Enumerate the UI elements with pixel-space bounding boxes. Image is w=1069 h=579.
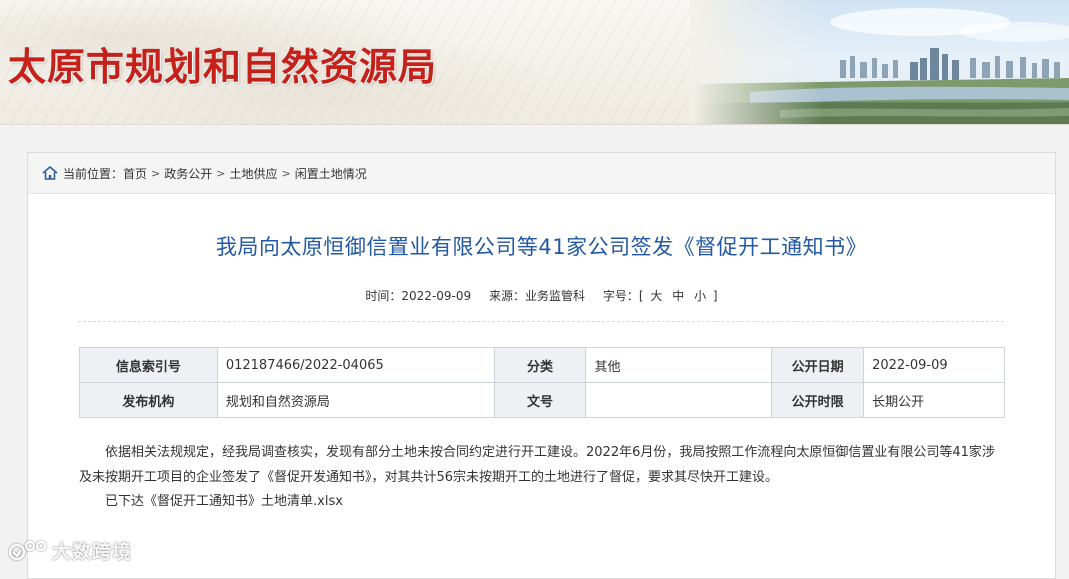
doc-number-value (585, 382, 773, 418)
article-meta: 时间：2022-09-09 来源：业务监管科 字号：[ 大 中 小 ] (28, 287, 1055, 304)
site-header-banner: 太原市规划和自然资源局 (0, 0, 1069, 125)
publish-date-label: 公开日期 (771, 347, 865, 383)
fontsize-medium-button[interactable]: 中 (672, 289, 684, 303)
meta-fontsize: 字号：[ 大 中 小 ] (603, 289, 718, 303)
breadcrumb-item-land-supply[interactable]: 土地供应 (229, 165, 277, 182)
article-title: 我局向太原恒御信置业有限公司等41家公司签发《督促开工通知书》 (215, 235, 868, 259)
disclosure-duration-value: 长期公开 (863, 382, 1005, 418)
meta-fontsize-close: ] (712, 289, 718, 303)
table-row: 发布机构 规划和自然资源局 文号 公开时限 长期公开 (79, 382, 1005, 418)
index-number-label: 信息索引号 (79, 347, 218, 383)
publisher-label: 发布机构 (79, 382, 218, 418)
fontsize-large-button[interactable]: 大 (650, 289, 662, 303)
home-icon (42, 166, 58, 180)
index-number-value: 012187466/2022-04065 (216, 347, 495, 383)
category-label: 分类 (493, 347, 587, 383)
breadcrumb-item-government-affairs[interactable]: 政务公开 (164, 165, 212, 182)
breadcrumb-item-idle-land[interactable]: 闲置土地情况 (295, 165, 367, 182)
watermark-logo-icon (8, 540, 47, 560)
site-title: 太原市规划和自然资源局 (8, 45, 438, 89)
article-body: 依据相关法规规定，经我局调查核实，发现有部分土地未按合同约定进行开工建设。202… (79, 441, 1005, 515)
breadcrumb: 当前位置： 首页 > 政务公开 > 土地供应 > 闲置土地情况 (28, 153, 1055, 194)
meta-source-value: 业务监管科 (525, 289, 586, 303)
watermark-text: 大数跨境 (52, 541, 133, 563)
city-skyline-image (690, 0, 1069, 124)
meta-source: 来源：业务监管科 (489, 289, 585, 303)
publish-date-value: 2022-09-09 (863, 347, 1005, 383)
disclosure-duration-label: 公开时限 (771, 382, 865, 418)
meta-divider (78, 321, 1004, 322)
table-row: 信息索引号 012187466/2022-04065 分类 其他 公开日期 20… (79, 347, 1005, 383)
meta-source-label: 来源： (488, 289, 525, 303)
doc-number-label: 文号 (493, 382, 587, 418)
article-paragraph: 依据相关法规规定，经我局调查核实，发现有部分土地未按合同约定进行开工建设。202… (79, 445, 995, 485)
meta-time-label: 时间： (365, 289, 402, 303)
info-table: 信息索引号 012187466/2022-04065 分类 其他 公开日期 20… (79, 347, 1005, 418)
meta-fontsize-label: 字号： (602, 289, 639, 303)
publisher-value: 规划和自然资源局 (216, 382, 495, 418)
fontsize-small-button[interactable]: 小 (694, 289, 706, 303)
attachment-link[interactable]: 已下达《督促开工通知书》土地清单.xlsx (105, 494, 343, 509)
breadcrumb-separator: > (216, 166, 226, 180)
meta-fontsize-open: [ (638, 289, 644, 303)
watermark: 大数跨境 (8, 537, 132, 564)
breadcrumb-item-home[interactable]: 首页 (123, 165, 147, 182)
meta-time-value: 2022-09-09 (401, 289, 472, 303)
content-panel: 当前位置： 首页 > 政务公开 > 土地供应 > 闲置土地情况 我局向太原恒御信… (27, 152, 1056, 579)
breadcrumb-separator: > (151, 166, 161, 180)
breadcrumb-separator: > (281, 166, 291, 180)
meta-time: 时间：2022-09-09 (365, 289, 471, 303)
category-value: 其他 (585, 347, 773, 383)
breadcrumb-prefix: 当前位置： (63, 166, 124, 181)
